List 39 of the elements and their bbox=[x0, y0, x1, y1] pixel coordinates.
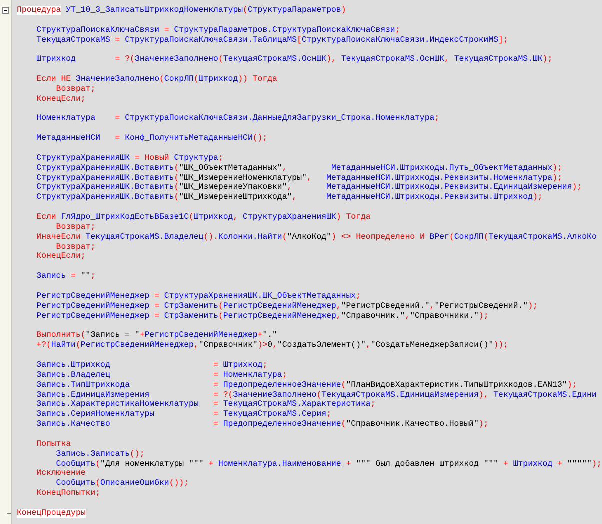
code-line: СтруктураХраненияШК.Вставить("ШК_ИзмерениеУпаковки", МетаданныеНСИ.Штрихкоды.Реквизиты.ЕдиницаИзмерения); bbox=[36, 183, 584, 193]
code-line: Запись.Записать(); bbox=[55, 450, 146, 460]
code-line: МетаданныеНСИ = Конф_ПолучитьМетаданныеНСИ(); bbox=[36, 134, 269, 144]
code-line: ИначеЕсли ТекущаяСтрокаMS.Владелец().Колонки.Найти("АлкоКод") <> Неопределено И ВРег(СокрЛП(ТекущаяСтрокаMS.АлкоКо bbox=[36, 232, 598, 243]
code-line: Запись.ТипШтрихкода = ПредопределенноеЗначение("ПланВидовХарактеристик.ТипыШтрихкодов.EAN13"); bbox=[36, 380, 578, 391]
code-line: КонецЕсли; bbox=[36, 94, 87, 105]
code-line: Возврат; bbox=[55, 84, 97, 95]
code-line: СтруктураХраненияШК.Вставить("ШК_ИзмерениеШтрихкода", МетаданныеНСИ.Штрихкоды.Реквизиты.Штрихкод); bbox=[36, 193, 544, 204]
code-line: Запись.Штрихкод = Штрихкод; bbox=[36, 360, 269, 371]
code-line: КонецЕсли; bbox=[36, 252, 87, 262]
code-line: Запись.Владелец = Номенклатура; bbox=[36, 370, 288, 381]
code-line: Исключение bbox=[36, 469, 87, 479]
code-line: КонецПопытки; bbox=[36, 489, 102, 499]
code-line: СтруктураПоискаКлючаСвязи = СтруктураПараметров.СтруктураПоискаКлючаСвязи; bbox=[36, 26, 402, 36]
code-line: Штрихкод = ?(ЗначениеЗаполнено(ТекущаяСтрокаMS.ОснШК), ТекущаяСтрокаMS.ОснШК, ТекущаяСтрокаMS.ШК); bbox=[36, 55, 554, 66]
code-line: Запись.ЕдиницаИзмерения = ?(ЗначениеЗаполнено(ТекущаяСтрокаMS.ЕдиницаИзмерения), ТекущаяСтрокаMS.Едини bbox=[36, 390, 598, 400]
code-line: Сообщить(ОписаниеОшибки()); bbox=[55, 479, 190, 490]
code-line: Запись.Качество = ПредопределенноеЗначение("Справочник.Качество.Новый"); bbox=[36, 420, 490, 430]
code-line: Процедура УТ_10_3_ЗаписатьШтрихкодНоменклатуры(СтруктураПараметров) bbox=[17, 6, 348, 16]
code-line: РегистрСведенийМенеджер = СтрЗаменить(РегистрСведенийМенеджер,"РегистрСведений.","РегистрыСведений."); bbox=[36, 302, 539, 312]
code-line: Выполнить("Запись = "+РегистрСведенийМенеджер+"." bbox=[36, 331, 278, 341]
code-line: РегистрСведенийМенеджер = СтрЗаменить(РегистрСведенийМенеджер,"Справочник.","Справочники."); bbox=[36, 312, 490, 322]
code-line: Запись.СерияНоменклатуры = ТекущаяСтрокаMS.Серия; bbox=[36, 410, 332, 420]
code-line: Если НЕ ЗначениеЗаполнено(СокрЛП(Штрихкод)) Тогда bbox=[36, 75, 278, 85]
code-line: Возврат; bbox=[55, 222, 97, 233]
code-line: +?(Найти(РегистрСведенийМенеджер,"Справочник")>0,"СоздатьЭлемент()","СоздатьМенеджерЗаписи()")); bbox=[36, 341, 510, 352]
code-line: СтруктураХраненияШК = Новый Структура; bbox=[36, 154, 224, 164]
code-line: Возврат; bbox=[55, 242, 97, 252]
code-line: СтруктураХраненияШК.Вставить("ШК_ИзмерениеНоменклатуры", МетаданныеНСИ.Штрихкоды.Реквизиты.Номенклатура); bbox=[36, 174, 564, 183]
code-line: Попытка bbox=[36, 440, 72, 450]
code-line: Если ГлЯдро_ШтрихКодЕстьВБазе1С(Штрихкод, СтруктураХраненияШК) Тогда bbox=[36, 213, 372, 223]
code-line: ТекущаяСтрокаMS = СтруктураПоискаКлючаСвязи.ТаблицаMS[СтруктураПоискаКлючаСвязи.ИндексСтрокиMS]; bbox=[36, 36, 510, 46]
code-line: Номенклатура = СтруктураПоискаКлючаСвязи.ДанныеДляЗагрузки_Строка.Номенклатура; bbox=[36, 114, 441, 124]
code-line: СтруктураХраненияШК.Вставить("ШК_ОбъектМетаданных", МетаданныеНСИ.Штрихкоды.Путь_ОбъектМетаданных); bbox=[36, 164, 564, 174]
collapse-icon[interactable] bbox=[2, 7, 9, 14]
code-line: Запись = ""; bbox=[36, 272, 97, 282]
code-line: Запись.ХарактеристикаНоменклатуры = ТекущаяСтрокаMS.Характеристика; bbox=[36, 400, 377, 410]
code-line: РегистрСведенийМенеджер = СтруктураХраненияШК.ШК_ОбъектМетаданных; bbox=[36, 292, 362, 302]
code-line: Сообщить("Для номенклатуры """ + Номенклатура.Наименование + """ был добавлен штрихкод """ + Штрихкод + """""); bbox=[55, 460, 602, 470]
